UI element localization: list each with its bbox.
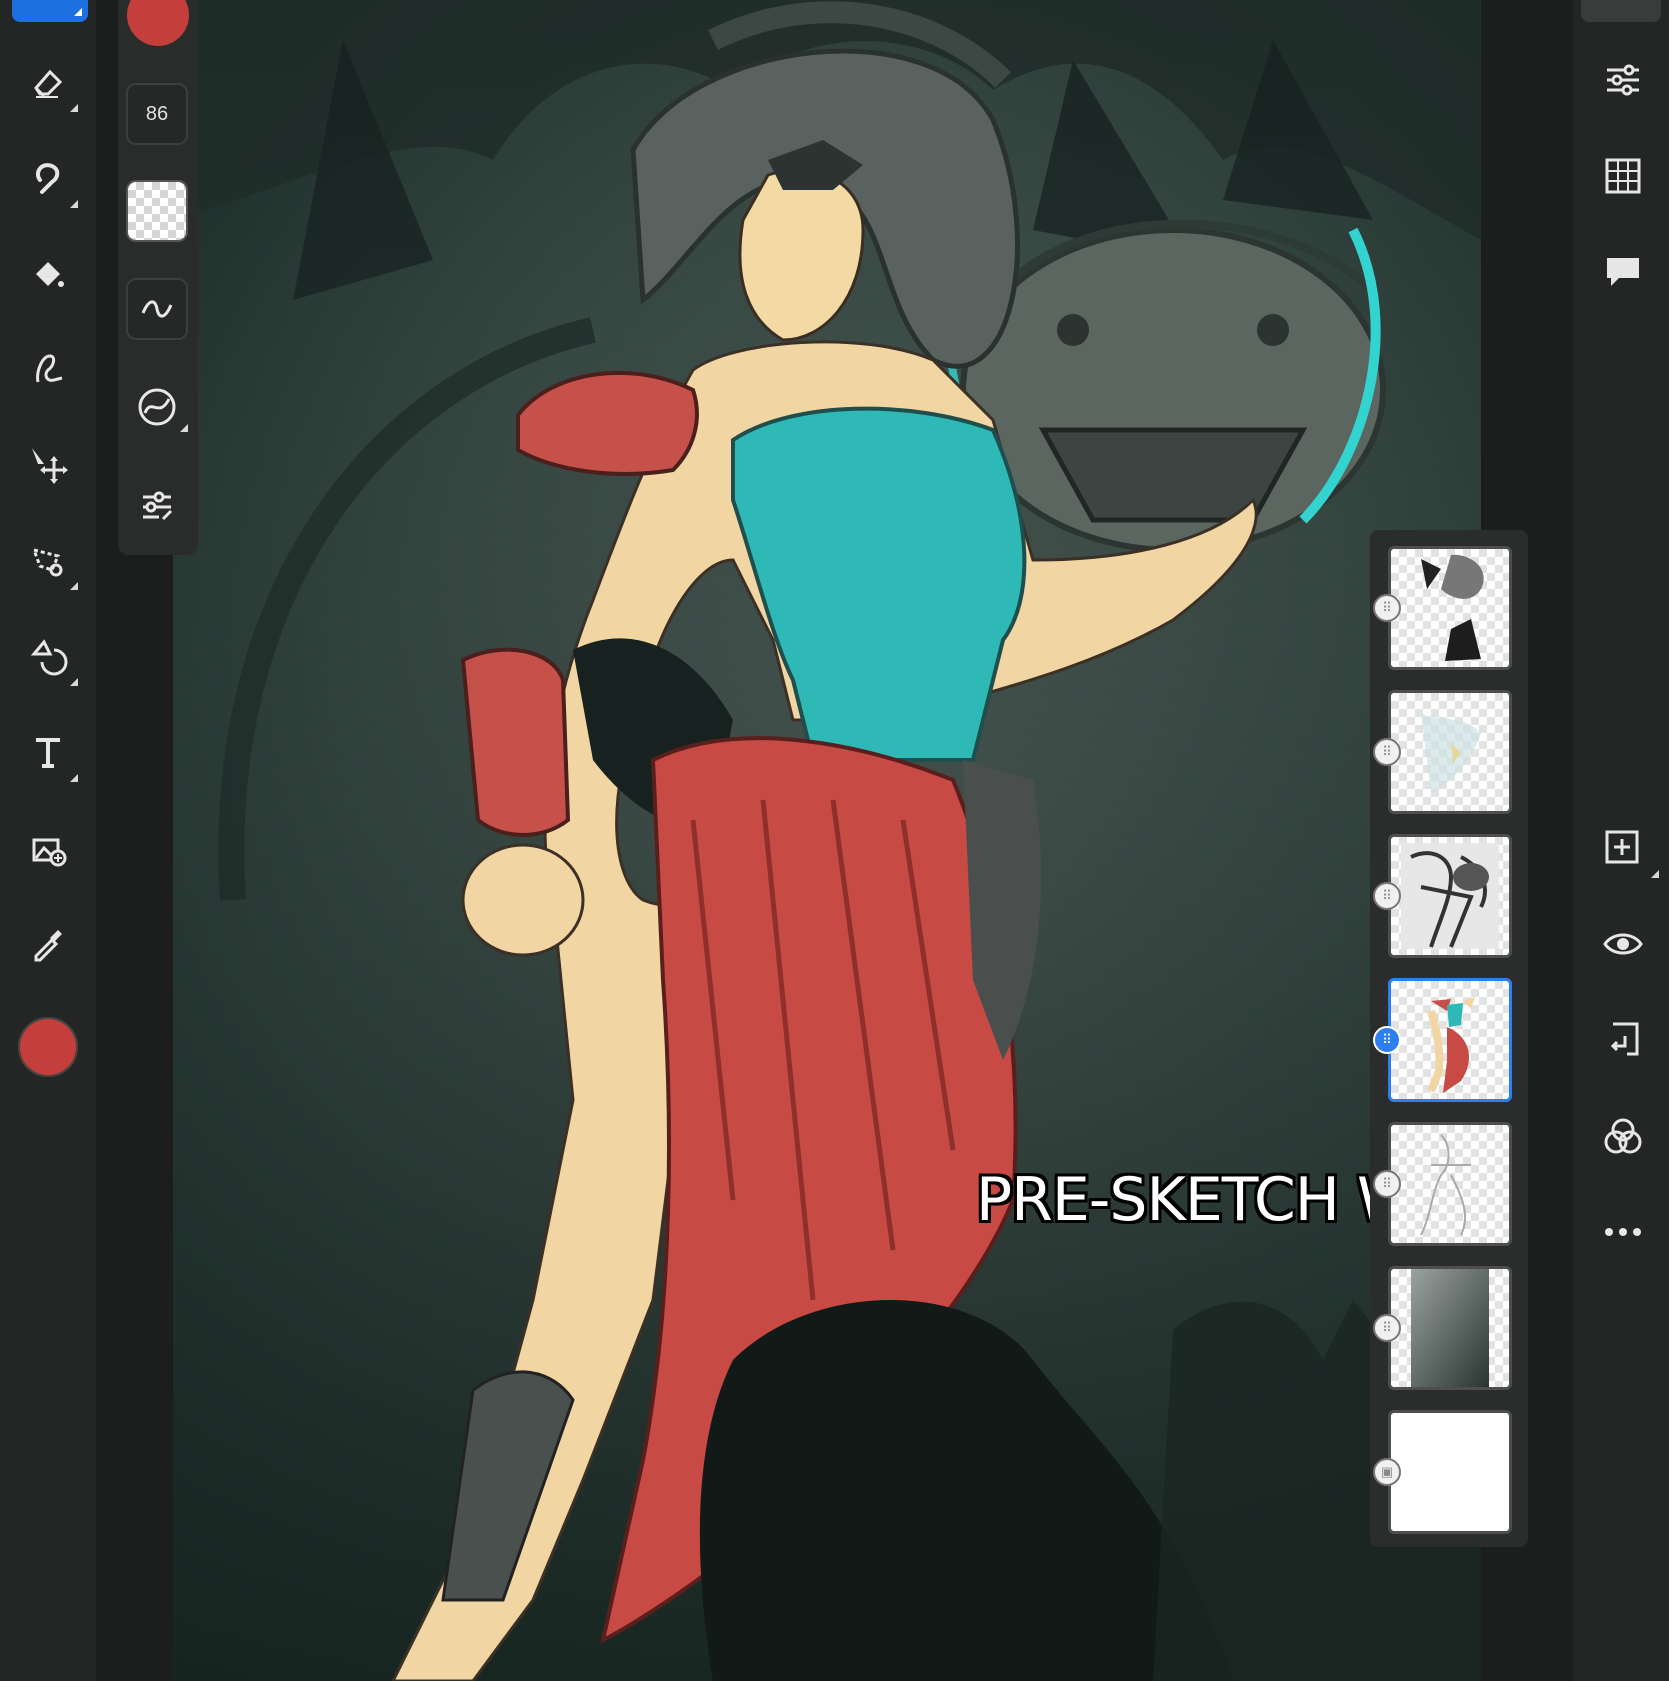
- grid-button[interactable]: [1597, 150, 1649, 202]
- layer-6-thumbnail[interactable]: [1388, 1266, 1512, 1390]
- properties-button[interactable]: [1597, 54, 1649, 106]
- drawing-canvas[interactable]: PRE-SKETCH WIP: [173, 0, 1481, 1681]
- right-toolbar: [1573, 0, 1669, 1681]
- blend-modes-icon: [1604, 1118, 1642, 1154]
- visibility-button[interactable]: [1597, 918, 1649, 970]
- current-color-swatch[interactable]: [18, 1017, 78, 1077]
- eraser-icon: [34, 69, 63, 98]
- more-button[interactable]: [1597, 1206, 1649, 1258]
- artwork: [173, 0, 1481, 1681]
- export-icon: [1610, 1022, 1639, 1056]
- more-icon: [1605, 1228, 1641, 1236]
- brush-options-panel: 86: [118, 0, 198, 555]
- text-tool[interactable]: [22, 726, 78, 782]
- layer-3-handle[interactable]: ⠿: [1373, 882, 1401, 910]
- layer-6-preview: [1411, 1269, 1489, 1387]
- eraser-tool[interactable]: [22, 56, 78, 112]
- lasso-icon: [31, 547, 63, 577]
- add-layer-icon: [1605, 830, 1639, 864]
- transform-tool[interactable]: [22, 630, 78, 686]
- add-layer-button[interactable]: [1597, 822, 1659, 878]
- visibility-icon: [1603, 933, 1643, 955]
- move-icon: [32, 448, 68, 484]
- layer-1-preview: [1421, 554, 1484, 661]
- brush-size-value: 86: [145, 102, 169, 125]
- layer-6-handle[interactable]: ⠿: [1373, 1314, 1401, 1342]
- blend-modes-button[interactable]: [1597, 1110, 1649, 1162]
- eyedropper-tool[interactable]: [22, 918, 74, 970]
- smoothing-control[interactable]: [126, 278, 188, 340]
- text-icon: [36, 738, 60, 768]
- properties-icon: [1607, 64, 1639, 96]
- comments-button[interactable]: [1597, 246, 1649, 298]
- fill-tool[interactable]: [22, 248, 74, 300]
- layer-5-handle[interactable]: ⠿: [1373, 1170, 1401, 1198]
- export-button[interactable]: [1597, 1014, 1649, 1066]
- comments-icon: [1607, 258, 1639, 286]
- smudge-icon: [35, 163, 60, 194]
- paint-bucket-icon: [36, 262, 64, 287]
- layer-4-thumbnail[interactable]: [1388, 978, 1512, 1102]
- selection-tool[interactable]: [22, 534, 78, 590]
- layer-5-preview: [1420, 1134, 1471, 1236]
- layer-1-thumbnail[interactable]: [1388, 546, 1512, 670]
- smudge-tool[interactable]: [22, 152, 78, 208]
- brush-color-swatch[interactable]: [127, 0, 189, 46]
- layer-2-thumbnail[interactable]: [1388, 690, 1512, 814]
- brush-opacity-swatch[interactable]: [126, 180, 188, 242]
- predictive-stroke-control[interactable]: [126, 376, 188, 438]
- add-image-icon: [32, 838, 67, 867]
- right-top-tab[interactable]: [1581, 0, 1661, 22]
- left-toolbar: [0, 0, 96, 1681]
- predictive-stroke-icon: [138, 388, 176, 426]
- transform-icon: [30, 639, 68, 676]
- grid-icon: [1605, 158, 1641, 194]
- layer-7-handle[interactable]: ▣: [1373, 1458, 1401, 1486]
- move-tool[interactable]: [22, 438, 74, 490]
- brush-tool-active[interactable]: [12, 0, 88, 22]
- brush-size-control[interactable]: 86: [126, 83, 188, 145]
- layers-panel: ⠿ ⠿ ⠿ ⠿ ⠿ ⠿ ▣: [1370, 530, 1528, 1547]
- liquify-tool[interactable]: [22, 342, 74, 394]
- layer-2-preview: [1421, 713, 1481, 793]
- layer-4-preview: [1427, 997, 1475, 1093]
- layer-4-handle[interactable]: ⠿: [1373, 1026, 1401, 1054]
- smoothing-icon: [141, 300, 173, 318]
- brush-settings-control[interactable]: [126, 474, 188, 536]
- layer-7-thumbnail[interactable]: [1388, 1410, 1512, 1534]
- liquify-icon: [36, 354, 63, 383]
- eyedropper-icon: [34, 930, 62, 962]
- brush-settings-icon: [143, 491, 173, 521]
- layer-3-thumbnail[interactable]: [1388, 834, 1512, 958]
- layer-5-thumbnail[interactable]: [1388, 1122, 1512, 1246]
- layer-3-preview: [1401, 843, 1499, 949]
- layer-1-handle[interactable]: ⠿: [1373, 594, 1401, 622]
- add-image-tool[interactable]: [22, 822, 74, 874]
- layer-2-handle[interactable]: ⠿: [1373, 738, 1401, 766]
